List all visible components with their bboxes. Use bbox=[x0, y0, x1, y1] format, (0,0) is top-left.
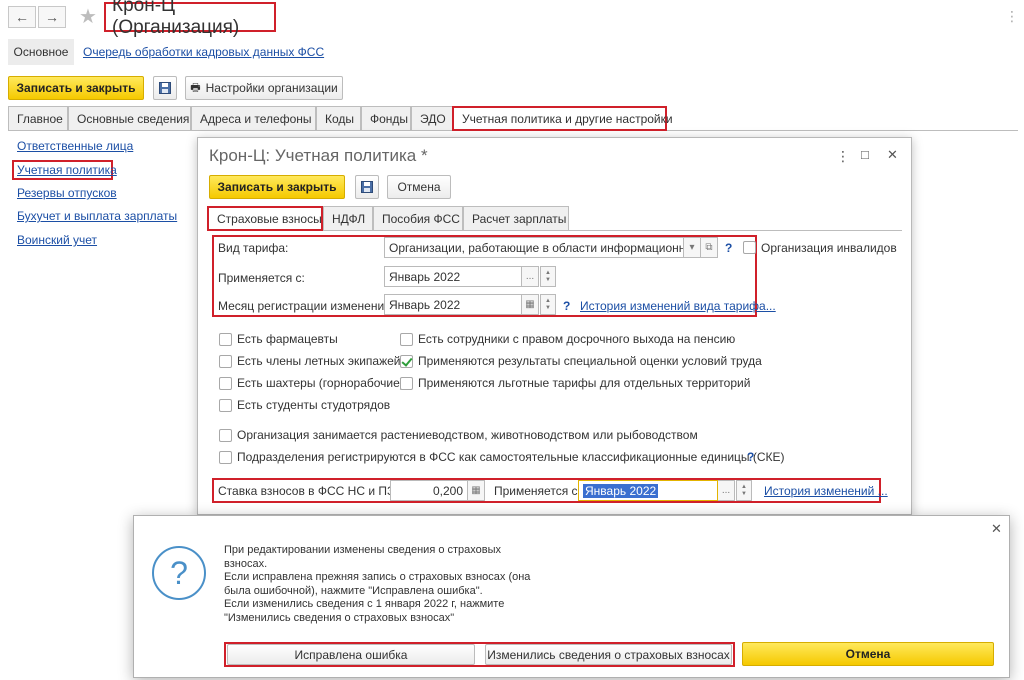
tab-accounting-policy[interactable]: Учетная политика и другие настройки bbox=[452, 106, 673, 131]
tariff-select[interactable]: Организации, работающие в области информ… bbox=[384, 237, 684, 258]
policy-save-close-button[interactable]: Записать и закрыть bbox=[209, 175, 345, 199]
data-changed-button[interactable]: Изменились сведения о страховых взносах bbox=[485, 644, 732, 665]
checkbox-territory-tariffs[interactable] bbox=[400, 377, 413, 390]
fss-history-link[interactable]: История изменений ... bbox=[764, 484, 888, 498]
label-territory-tariffs: Применяются льготные тарифы для отдельны… bbox=[418, 376, 751, 390]
tab-payroll[interactable]: Расчет зарплаты bbox=[463, 206, 569, 230]
checkbox-special-assessment[interactable] bbox=[400, 355, 413, 368]
tariff-label: Вид тарифа: bbox=[218, 241, 289, 255]
label-pharmacists: Есть фармацевты bbox=[237, 332, 338, 346]
dialog-cancel-button[interactable]: Отмена bbox=[742, 642, 994, 666]
disabled-org-label: Организация инвалидов bbox=[761, 241, 897, 255]
tab-fss-benefits[interactable]: Пособия ФСС bbox=[373, 206, 463, 230]
tab-funds[interactable]: Фонды bbox=[361, 106, 411, 130]
reg-month-field[interactable]: Январь 2022 bbox=[384, 294, 522, 315]
favorite-star-icon[interactable]: ★ bbox=[79, 4, 97, 29]
fss-applies-spinner[interactable]: ▲ ▼ bbox=[736, 480, 752, 501]
label-ske-units: Подразделения регистрируются в ФСС как с… bbox=[237, 450, 785, 464]
reg-month-label: Месяц регистрации изменений: bbox=[218, 299, 395, 313]
fixed-error-button[interactable]: Исправлена ошибка bbox=[227, 644, 475, 665]
applies-from-field[interactable]: Январь 2022 bbox=[384, 266, 522, 287]
page-title: Крон-Ц (Организация) bbox=[104, 0, 276, 38]
tariff-help-icon[interactable]: ? bbox=[725, 241, 732, 255]
applies-from-label: Применяется с: bbox=[218, 271, 305, 285]
label-special-assessment: Применяются результаты специальной оценк… bbox=[418, 354, 762, 368]
save-close-button[interactable]: Записать и закрыть bbox=[8, 76, 144, 100]
calendar-icon[interactable]: ▦ bbox=[522, 294, 539, 315]
tab-codes[interactable]: Коды bbox=[316, 106, 361, 130]
tariff-open-icon[interactable]: ⧉ bbox=[701, 237, 718, 258]
tab-fss-queue[interactable]: Очередь обработки кадровых данных ФСС bbox=[83, 45, 324, 59]
tab-glavnoe[interactable]: Главное bbox=[8, 106, 68, 130]
maximize-icon[interactable]: □ bbox=[861, 147, 869, 162]
fss-rate-field[interactable]: 0,200 bbox=[390, 480, 468, 501]
tab-osnovnoe[interactable]: Основное bbox=[8, 39, 74, 65]
checkbox-agriculture[interactable] bbox=[219, 429, 232, 442]
tab-basic-info[interactable]: Основные сведения bbox=[68, 106, 191, 130]
checkbox-students[interactable] bbox=[219, 399, 232, 412]
applies-from-select-icon[interactable]: ... bbox=[522, 266, 539, 287]
policy-window-title: Крон-Ц: Учетная политика * bbox=[209, 146, 428, 165]
policy-tabbar: Страховые взносы НДФЛ Пособия ФСС Расчет… bbox=[207, 206, 902, 231]
tab-edo[interactable]: ЭДО bbox=[411, 106, 453, 130]
question-icon: ? bbox=[152, 546, 206, 600]
link-bookkeeping[interactable]: Бухучет и выплата зарплаты bbox=[17, 209, 177, 223]
disabled-org-checkbox[interactable] bbox=[743, 241, 756, 254]
tab-addresses[interactable]: Адреса и телефоны bbox=[191, 106, 316, 130]
link-accounting-policy[interactable]: Учетная политика bbox=[17, 163, 117, 177]
checkbox-flight-crew[interactable] bbox=[219, 355, 232, 368]
dialog-message: При редактировании изменены сведения о с… bbox=[224, 544, 531, 624]
tab-ndfl[interactable]: НДФЛ bbox=[323, 206, 373, 230]
reg-help-icon[interactable]: ? bbox=[563, 299, 570, 313]
policy-more-icon[interactable]: ⋮ bbox=[836, 148, 850, 165]
tariff-dropdown-icon[interactable]: ▾ bbox=[684, 237, 701, 258]
ske-help-icon[interactable]: ? bbox=[747, 450, 754, 464]
label-students: Есть студенты студотрядов bbox=[237, 398, 391, 412]
main-tabbar: Главное Основные сведения Адреса и телеф… bbox=[8, 106, 1018, 131]
link-responsible[interactable]: Ответственные лица bbox=[17, 139, 133, 153]
printer-icon: 🖶 bbox=[190, 81, 201, 94]
label-early-pension: Есть сотрудники с правом досрочного выхо… bbox=[418, 332, 736, 346]
label-flight-crew: Есть члены летных экипажей bbox=[237, 354, 401, 368]
tariff-history-link[interactable]: История изменений вида тарифа... bbox=[580, 299, 776, 313]
fss-rate-label: Ставка взносов в ФСС НС и ПЗ: bbox=[218, 484, 398, 498]
policy-save-icon[interactable] bbox=[355, 175, 379, 199]
fss-applies-field[interactable]: Январь 2022 bbox=[578, 480, 718, 501]
window-more-icon[interactable]: ⋮ bbox=[1005, 8, 1019, 25]
link-military[interactable]: Воинский учет bbox=[17, 233, 97, 247]
label-agriculture: Организация занимается растениеводством,… bbox=[237, 428, 698, 442]
label-miners: Есть шахтеры (горнорабочие) bbox=[237, 376, 404, 390]
reg-month-spinner[interactable]: ▲ ▼ bbox=[540, 294, 556, 315]
fss-applies-label: Применяется с: bbox=[494, 484, 581, 498]
org-settings-button[interactable]: 🖶 Настройки организации bbox=[185, 76, 343, 100]
policy-cancel-button[interactable]: Отмена bbox=[387, 175, 451, 199]
applies-from-spinner[interactable]: ▲ ▼ bbox=[540, 266, 556, 287]
policy-close-icon[interactable]: ✕ bbox=[887, 147, 898, 163]
fss-rate-calculator-icon[interactable]: ▦ bbox=[468, 480, 485, 501]
forward-button[interactable]: → bbox=[38, 6, 66, 28]
link-vacation-reserves[interactable]: Резервы отпусков bbox=[17, 186, 117, 200]
save-icon[interactable] bbox=[153, 76, 177, 100]
fss-applies-select-icon[interactable]: ... bbox=[718, 480, 735, 501]
checkbox-ske-units[interactable] bbox=[219, 451, 232, 464]
back-button[interactable]: ← bbox=[8, 6, 36, 28]
tab-insurance[interactable]: Страховые взносы bbox=[207, 206, 323, 231]
checkbox-pharmacists[interactable] bbox=[219, 333, 232, 346]
checkbox-early-pension[interactable] bbox=[400, 333, 413, 346]
dialog-close-icon[interactable]: ✕ bbox=[991, 521, 1002, 537]
checkbox-miners[interactable] bbox=[219, 377, 232, 390]
